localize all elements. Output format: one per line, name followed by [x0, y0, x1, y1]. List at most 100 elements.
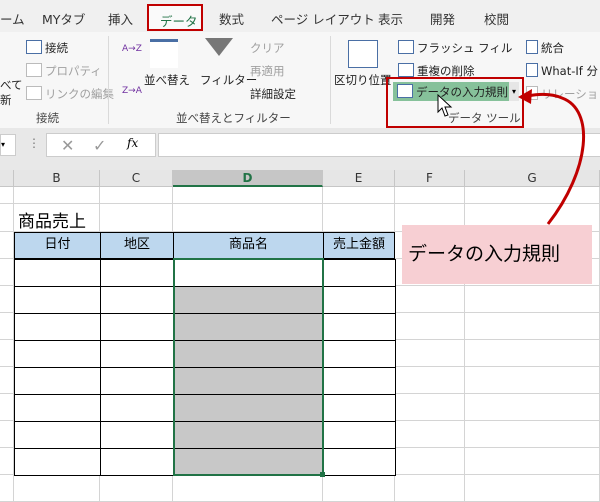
table-cell[interactable]: [323, 448, 396, 476]
cell[interactable]: [465, 340, 600, 367]
cell[interactable]: [323, 204, 395, 232]
tab-formulas[interactable]: 数式: [219, 9, 244, 28]
enter-icon[interactable]: ✓: [93, 136, 106, 155]
cell[interactable]: [465, 475, 600, 502]
reapply-button[interactable]: 再適用: [250, 63, 285, 79]
filter-button[interactable]: フィルター: [200, 72, 257, 88]
table-cell[interactable]: [100, 394, 174, 422]
advanced-button[interactable]: 詳細設定: [250, 86, 296, 102]
cell[interactable]: [465, 448, 600, 475]
tab-insert[interactable]: 挿入: [108, 9, 133, 28]
refresh-all-button[interactable]: べて: [0, 77, 23, 93]
insert-function-icon[interactable]: fx: [127, 136, 138, 150]
cell[interactable]: [395, 475, 465, 502]
select-all[interactable]: [0, 170, 14, 187]
cell[interactable]: [0, 367, 14, 394]
properties-button[interactable]: プロパティ: [26, 63, 102, 79]
cell[interactable]: [0, 448, 14, 475]
header-date[interactable]: 日付: [14, 232, 101, 259]
cell[interactable]: [0, 187, 14, 204]
column-header-b[interactable]: B: [14, 170, 100, 187]
tab-mytab[interactable]: MYタブ: [42, 9, 85, 28]
cell[interactable]: [465, 286, 600, 313]
cell[interactable]: [0, 259, 14, 286]
table-cell[interactable]: [100, 313, 174, 341]
cell[interactable]: [0, 475, 14, 502]
cell[interactable]: [395, 286, 465, 313]
cell[interactable]: [0, 421, 14, 448]
table-cell[interactable]: [14, 313, 101, 341]
column-header-e[interactable]: E: [323, 170, 395, 187]
table-cell[interactable]: [323, 367, 396, 395]
cell[interactable]: [465, 421, 600, 448]
table-cell[interactable]: [14, 448, 101, 476]
cell[interactable]: [395, 448, 465, 475]
header-product[interactable]: 商品名: [173, 232, 324, 259]
table-cell[interactable]: [323, 340, 396, 368]
sort-desc-button[interactable]: Z→A: [122, 86, 142, 96]
cell[interactable]: [0, 313, 14, 340]
column-header-c[interactable]: C: [100, 170, 173, 187]
table-cell[interactable]: [14, 340, 101, 368]
tab-data[interactable]: データ: [160, 11, 198, 30]
cell[interactable]: [395, 421, 465, 448]
cell[interactable]: [173, 204, 323, 232]
table-cell[interactable]: [14, 367, 101, 395]
cell[interactable]: [465, 367, 600, 394]
table-cell[interactable]: [100, 448, 174, 476]
tab-page-layout[interactable]: ページ レイアウト: [271, 9, 375, 28]
tab-view[interactable]: 表示: [378, 9, 403, 28]
cell[interactable]: [395, 394, 465, 421]
table-cell[interactable]: [100, 367, 174, 395]
consolidate-button[interactable]: 統合: [526, 40, 564, 56]
sort-button[interactable]: 並べ替え: [144, 72, 190, 88]
cancel-icon[interactable]: ✕: [61, 136, 74, 155]
cell[interactable]: [173, 475, 323, 502]
name-box-dropdown[interactable]: ▾: [0, 134, 16, 156]
table-cell[interactable]: [14, 421, 101, 449]
cell[interactable]: [395, 367, 465, 394]
cell[interactable]: [173, 187, 323, 204]
cell[interactable]: [0, 394, 14, 421]
table-cell[interactable]: [14, 259, 101, 287]
clear-button[interactable]: クリア: [250, 40, 285, 56]
cell[interactable]: [465, 313, 600, 340]
fill-handle[interactable]: [320, 472, 325, 477]
tab-home[interactable]: ーム: [0, 9, 25, 28]
table-cell[interactable]: [323, 286, 396, 314]
table-cell[interactable]: [14, 394, 101, 422]
cell[interactable]: [14, 187, 100, 204]
column-header-f[interactable]: F: [395, 170, 465, 187]
cell[interactable]: [0, 204, 14, 232]
cell[interactable]: [395, 340, 465, 367]
table-cell[interactable]: [323, 313, 396, 341]
connections-button[interactable]: 接続: [26, 40, 68, 56]
table-cell[interactable]: [100, 286, 174, 314]
edit-links-button[interactable]: リンクの編集: [26, 86, 114, 102]
cell[interactable]: [100, 475, 173, 502]
cell[interactable]: [465, 394, 600, 421]
table-cell[interactable]: [14, 286, 101, 314]
cell[interactable]: [14, 475, 100, 502]
table-cell[interactable]: [100, 340, 174, 368]
tab-developer[interactable]: 開発: [430, 9, 455, 28]
text-to-columns-button[interactable]: 区切り位置: [334, 72, 392, 88]
header-region[interactable]: 地区: [100, 232, 174, 259]
table-cell[interactable]: [100, 259, 174, 287]
table-cell[interactable]: [323, 259, 396, 287]
flash-fill-button[interactable]: フラッシュ フィル: [398, 40, 512, 56]
tab-review[interactable]: 校閲: [484, 9, 509, 28]
header-sales[interactable]: 売上金額: [323, 232, 395, 259]
cell[interactable]: [323, 187, 395, 204]
sort-asc-button[interactable]: A→Z: [122, 44, 142, 54]
column-header-d[interactable]: D: [173, 170, 323, 187]
cell[interactable]: [395, 313, 465, 340]
cell[interactable]: [0, 340, 14, 367]
table-cell[interactable]: [100, 421, 174, 449]
cell[interactable]: [395, 187, 465, 204]
table-cell[interactable]: [323, 394, 396, 422]
tab-data-highlight[interactable]: データ: [147, 4, 203, 31]
cell[interactable]: [100, 204, 173, 232]
cell[interactable]: [100, 187, 173, 204]
what-if-button[interactable]: What-If 分: [526, 63, 598, 79]
